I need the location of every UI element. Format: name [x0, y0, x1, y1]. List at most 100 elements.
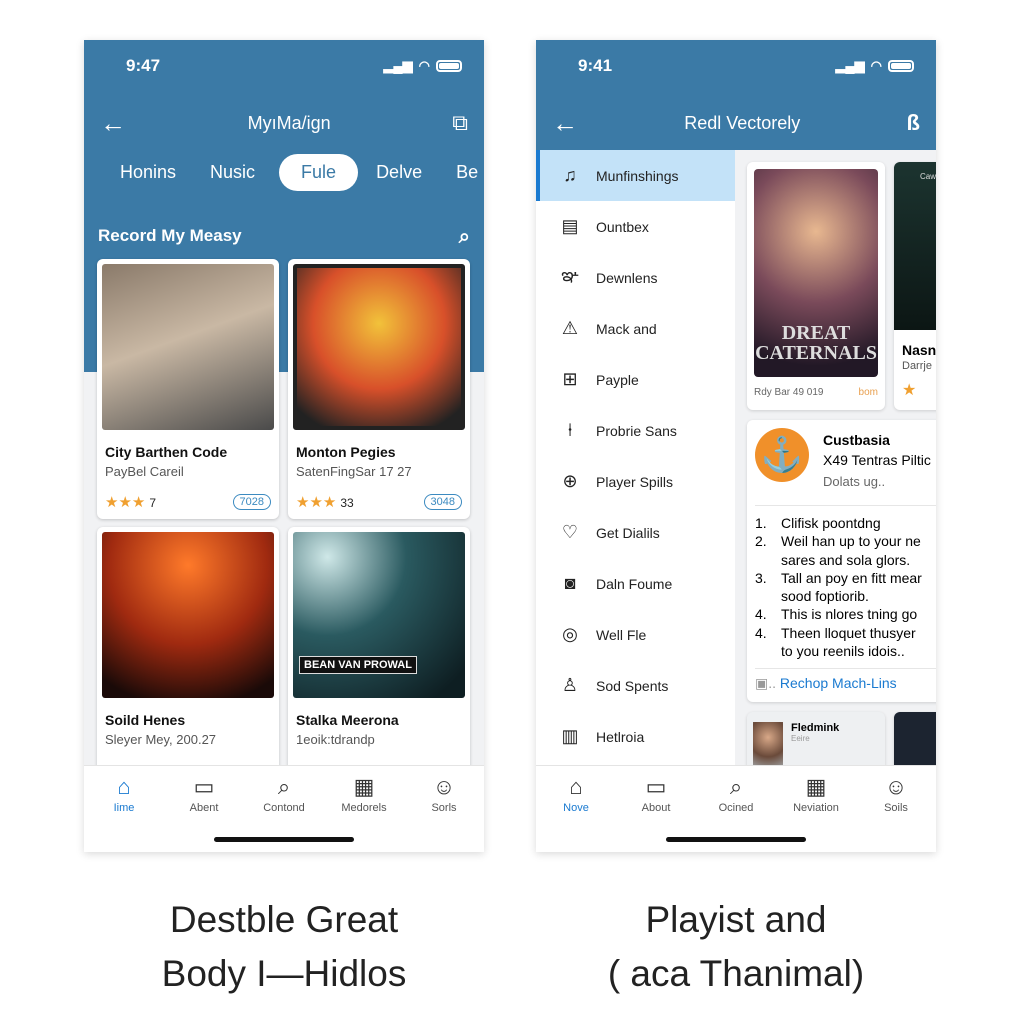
- sidebar-item[interactable]: ◎ Well Fle: [536, 609, 735, 660]
- sidebar-item-label: Get Dialils: [596, 524, 660, 541]
- sidebar-item[interactable]: ♫ Munfinshings: [536, 150, 735, 201]
- sidebar-item[interactable]: ఞ Dewnlens: [536, 252, 735, 303]
- home-icon: ⌂: [117, 774, 131, 799]
- alert-icon: ⚠: [561, 318, 579, 338]
- battery-icon: [436, 60, 462, 72]
- sidebar-item[interactable]: ♡ Get Dialils: [536, 507, 735, 558]
- back-arrow-icon[interactable]: ←: [100, 108, 126, 139]
- user-icon: ☺: [432, 774, 456, 799]
- info-link[interactable]: ▣.. Rechop Mach-Lins: [755, 668, 936, 692]
- pin-icon: ⍿: [567, 420, 573, 440]
- sidebar-item-label: Payple: [596, 371, 639, 388]
- card-subtitle: 1eoik:tdrandp: [296, 732, 375, 747]
- list-item: 3. Tall an poy en fitt mear: [755, 569, 922, 586]
- document-icon: ▥: [561, 726, 579, 746]
- feature-image: DREAT CATERNALS: [754, 169, 878, 377]
- poster-text: BEAN VAN PROWAL: [299, 656, 417, 674]
- feature-card[interactable]: DREAT CATERNALS Rdy Bar 49 019 bom: [747, 162, 885, 410]
- sidebar-item[interactable]: ⍿ Probrie Sans: [536, 405, 735, 456]
- sidebar-item[interactable]: ◙ Daln Foume: [536, 558, 735, 609]
- wifi-icon: ◠: [870, 58, 882, 73]
- sidebar-item[interactable]: ⚠ Mack and: [536, 303, 735, 354]
- sidebar-item[interactable]: ▥ Hetlroia: [536, 711, 735, 762]
- count-badge: 7028: [232, 494, 271, 510]
- sidebar-item-label: Daln Foume: [596, 575, 673, 592]
- numbered-list: 1. Clifisk poontdng 2. Weil han up to your …: [755, 514, 936, 660]
- nav-sorls[interactable]: ☺ Sorls: [409, 774, 479, 852]
- page-title: MyıMa/ign: [247, 112, 331, 133]
- card-subtitle: Sleyer Mey, 200.27: [105, 732, 217, 747]
- star-rating: ★★★ 33: [296, 494, 354, 511]
- card-subtitle: SatenFingSar 17 27: [296, 464, 412, 479]
- list-item: sares and sola glors.: [781, 551, 911, 568]
- media-card[interactable]: Soild Henes Sleyer Mey, 200.27: [97, 527, 279, 787]
- back-arrow-icon[interactable]: ←: [552, 108, 578, 139]
- music-note-icon: ♫: [563, 165, 577, 185]
- avatar: [753, 722, 783, 766]
- badge-icon: ⊞: [562, 369, 578, 389]
- nav-home[interactable]: ⌂ Iime: [89, 774, 159, 852]
- signal-icon: ▂▄▆: [835, 58, 865, 73]
- mini-card-dark[interactable]: [894, 712, 936, 772]
- mask-icon: ఞ: [561, 265, 579, 285]
- card-title: City Barthen Code: [105, 444, 228, 460]
- sidebar-item-label: Hetlroia: [596, 728, 645, 745]
- star-rating: ★★★ 7: [105, 494, 157, 511]
- tab-honins[interactable]: Honins: [120, 154, 176, 191]
- anchor-icon: ⚓: [755, 428, 809, 482]
- user-icon: ♙: [561, 675, 579, 695]
- tab-be[interactable]: Be: [456, 154, 478, 191]
- caption-left: Destble Great Body I—Hidlos: [161, 899, 407, 994]
- card-image: [102, 532, 274, 698]
- card-image: [293, 264, 465, 430]
- nav-soils[interactable]: ☺ Soils: [861, 774, 931, 852]
- count-badge: 3048: [423, 494, 462, 510]
- folder-icon: ▭: [645, 774, 667, 799]
- list-item: to you reenils idois..: [781, 643, 905, 660]
- tab-nusic[interactable]: Nusic: [210, 154, 255, 191]
- search-icon: ⌕: [277, 774, 291, 799]
- card-title: Stalka Meerona: [296, 712, 399, 728]
- sidebar-item[interactable]: ⊕ Player Spills: [536, 456, 735, 507]
- info-card[interactable]: ⚓ Custbasia X49 Tentras Piltic Dolats ug..…: [747, 420, 936, 702]
- card-subtitle: PayBel Careil: [105, 464, 184, 479]
- home-indicator: [214, 837, 354, 842]
- media-card[interactable]: City Barthen Code PayBel Careil ★★★ 7 7028: [97, 259, 279, 519]
- status-bar: 9:41 ▂▄▆ ◠: [578, 56, 914, 76]
- folder-icon: ▭: [193, 774, 215, 799]
- sidebar-item-label: Dewnlens: [596, 269, 658, 286]
- sidebar-item-label: Ountbex: [596, 218, 649, 235]
- signal-icon: ▂▄▆: [383, 58, 413, 73]
- search-icon[interactable]: ⌕: [459, 226, 470, 249]
- card-title: Monton Pegies: [296, 444, 396, 460]
- share-icon[interactable]: ⧉: [452, 110, 468, 136]
- profile-icon[interactable]: ß: [907, 110, 920, 136]
- sidebar-item-label: Well Fle: [596, 626, 647, 643]
- wifi-icon: ◠: [418, 58, 430, 73]
- tab-delve[interactable]: Delve: [376, 154, 422, 191]
- home-icon: ⌂: [569, 774, 583, 799]
- sidebar-item[interactable]: ⊞ Payple: [536, 354, 735, 405]
- section-title: Record My Measy: [98, 226, 242, 245]
- list-item: 4. Theen lloquet thusyer: [755, 624, 916, 641]
- mini-card[interactable]: Fledmink Eeire: [747, 712, 885, 772]
- tab-fule[interactable]: Fule: [279, 154, 359, 191]
- side-card[interactable]: Caw Nasn Darrje ★: [894, 162, 936, 410]
- sidebar-item[interactable]: ♙ Sod Spents: [536, 660, 735, 711]
- list-item: sood foptiorib.: [781, 588, 869, 605]
- media-card[interactable]: BEAN VAN PROWAL Stalka Meerona 1eoik:tdr…: [288, 527, 470, 787]
- nav-home[interactable]: ⌂ Nove: [541, 774, 611, 852]
- media-card[interactable]: Monton Pegies SatenFingSar 17 27 ★★★ 33 30…: [288, 259, 470, 519]
- card-title: Soild Henes: [105, 712, 186, 728]
- calendar-icon: ▦: [805, 774, 827, 799]
- divider: [755, 505, 936, 506]
- phone-left: 9:47 ▂▄▆ ◠ ← MyıMa/ign ⧉ Honins Nusic Fule D…: [84, 40, 484, 852]
- card-image: [102, 264, 274, 430]
- sidebar-item[interactable]: ▤ Ountbex: [536, 201, 735, 252]
- search-icon: ⌕: [729, 774, 743, 799]
- plus-circle-icon: ⊕: [562, 471, 578, 491]
- status-time: 9:47: [126, 56, 161, 75]
- sidebar: ♫ Munfinshings ▤ Ountbex ఞ Dewnlens ⚠ Mack and ⊞…: [536, 150, 735, 770]
- camera-icon: ◙: [564, 573, 576, 593]
- home-indicator: [666, 837, 806, 842]
